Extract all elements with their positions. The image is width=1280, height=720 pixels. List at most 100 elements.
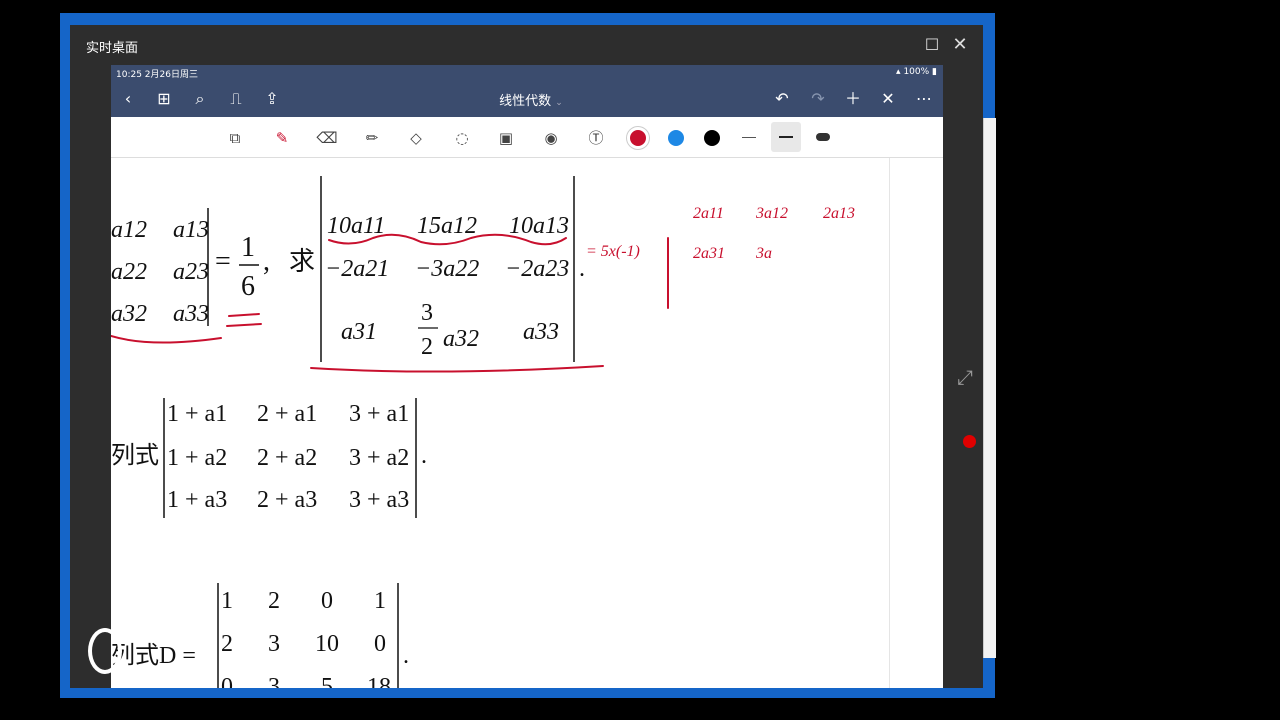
image-icon[interactable]: ▣	[495, 127, 517, 149]
matD-cell: 0	[221, 674, 233, 688]
matB-cell: −3a22	[415, 256, 479, 282]
stroke-thin-option[interactable]	[742, 137, 756, 138]
close-icon[interactable]: ✕	[950, 35, 970, 55]
undo-icon[interactable]: ↶	[771, 88, 793, 110]
ink-eq-text: = 5x(-1)	[586, 243, 640, 260]
record-indicator-icon[interactable]	[963, 435, 976, 448]
matA-cell: a32	[111, 301, 147, 327]
more-icon[interactable]: ⋯	[913, 88, 935, 110]
document-title[interactable]: 线性代数 ⌄	[461, 90, 601, 109]
desktop-right-panel	[983, 118, 996, 658]
nav-bar: ‹ ⊞ ⌕ ⎍ ⇪ 线性代数 ⌄ ↶ ↷ ＋ ✕ ⋯	[111, 81, 943, 117]
matD-cell: 10	[315, 631, 339, 657]
ipad-screen: 10:25 2月26日周三 ▴ 100% ▮ ‹ ⊞ ⌕ ⎍ ⇪ 线性代数 ⌄ …	[111, 65, 943, 688]
matB-cell: a33	[523, 319, 559, 345]
pen-off-icon[interactable]: ✕	[877, 88, 899, 110]
matA-cell: a13	[173, 217, 209, 243]
matA-cell: a33	[173, 301, 209, 327]
eq-numerator: 1	[241, 232, 255, 263]
q3-prefix: 列式D =	[111, 642, 196, 669]
add-icon[interactable]: ＋	[842, 88, 864, 110]
highlighter-icon[interactable]: ✏	[361, 127, 383, 149]
svg-text:.: .	[403, 643, 409, 669]
color-red-swatch[interactable]	[630, 130, 646, 146]
matC-cell: 3 + a1	[349, 401, 409, 427]
search-icon[interactable]: ⌕	[189, 88, 211, 110]
color-black-swatch[interactable]	[704, 130, 720, 146]
pen-icon[interactable]: ✎	[271, 127, 293, 149]
back-icon[interactable]: ‹	[117, 88, 139, 110]
lasso-icon[interactable]: ◌	[451, 127, 473, 149]
matB-cell: −2a21	[325, 256, 389, 282]
matB-frac-den: 2	[421, 334, 433, 360]
matD-cell: 1	[221, 588, 233, 614]
matD-cell: 3	[268, 674, 280, 688]
stroke-thick-option[interactable]	[816, 133, 830, 141]
matC-cell: 1 + a2	[167, 445, 227, 471]
battery-level: 100%	[903, 67, 930, 77]
matC-cell: 1 + a3	[167, 487, 227, 513]
matC-cell: 2 + a1	[257, 401, 317, 427]
matD-cell: 1	[374, 588, 386, 614]
ink-underline-matB	[310, 365, 604, 373]
matD-cell: 0	[374, 631, 386, 657]
matD-cell: 18	[367, 674, 391, 688]
ink-text: 2a11	[693, 205, 724, 222]
camera-icon[interactable]: ◉	[540, 127, 562, 149]
status-bar: 10:25 2月26日周三 ▴ 100% ▮	[111, 65, 943, 81]
canvas-side-margin	[889, 158, 943, 688]
matB-cell: 10a11	[327, 213, 385, 239]
drawing-toolbar: ⧉ ✎ ⌫ ✏ ◇ ◌ ▣ ◉ Ⓣ	[111, 117, 943, 158]
ink-double-underline	[226, 313, 262, 327]
matD-cell: 0	[321, 588, 333, 614]
ink-text: 2a31	[693, 245, 725, 262]
math-content: a12 a13 a22 a23 a32 a33 = 1 6 , 求 10a11	[111, 176, 855, 688]
matB-cell: −2a23	[505, 256, 569, 282]
eq-denominator: 6	[241, 271, 255, 302]
matA-cell: a22	[111, 259, 147, 285]
window-right-panel: ⤢	[943, 65, 983, 688]
chevron-down-icon: ⌄	[555, 98, 563, 108]
stroke-medium-option[interactable]	[771, 122, 801, 152]
svg-text:,: ,	[263, 246, 270, 277]
ink-text: 3a12	[755, 205, 788, 222]
color-blue-swatch[interactable]	[668, 130, 684, 146]
camera-bubble-icon[interactable]	[88, 628, 122, 674]
matC-cell: 3 + a3	[349, 487, 409, 513]
note-canvas[interactable]: a12 a13 a22 a23 a32 a33 = 1 6 , 求 10a11	[111, 158, 889, 688]
document-title-text: 线性代数	[499, 94, 552, 109]
bookmark-icon[interactable]: ⎍	[225, 88, 247, 110]
svg-text:.: .	[421, 443, 427, 469]
status-time: 10:25 2月26日周三	[116, 70, 198, 80]
matC-cell: 2 + a3	[257, 487, 317, 513]
battery-indicator: ▴ 100% ▮	[896, 67, 937, 77]
q2-prefix: 列式	[111, 442, 159, 469]
matD-cell: 5	[321, 674, 333, 688]
matC-cell: 2 + a2	[257, 445, 317, 471]
matC-cell: 3 + a2	[349, 445, 409, 471]
redo-icon[interactable]: ↷	[807, 88, 829, 110]
matB-cell: a31	[341, 319, 377, 345]
zoom-window-icon[interactable]: ⧉	[224, 127, 246, 149]
matB-cell: a32	[443, 326, 479, 352]
window-title: 实时桌面	[86, 41, 139, 56]
ink-text: 3a	[755, 245, 772, 262]
share-icon[interactable]: ⇪	[261, 88, 283, 110]
matB-cell: 10a13	[509, 213, 569, 239]
matA-cell: a12	[111, 217, 147, 243]
svg-text:=: =	[215, 246, 231, 277]
matD-cell: 3	[268, 631, 280, 657]
ink-underline	[111, 335, 222, 344]
matD-cell: 2	[268, 588, 280, 614]
ink-text: 2a13	[823, 205, 855, 222]
shapes-icon[interactable]: ◇	[405, 127, 427, 149]
expand-icon[interactable]: ⤢	[957, 365, 973, 389]
matB-frac-num: 3	[421, 300, 433, 326]
svg-text:.: .	[579, 256, 585, 282]
eraser-icon[interactable]: ⌫	[316, 127, 338, 149]
grid-icon[interactable]: ⊞	[153, 88, 175, 110]
matA-cell: a23	[173, 259, 209, 285]
matD-cell: 2	[221, 631, 233, 657]
maximize-icon[interactable]: ☐	[922, 35, 942, 55]
text-tool-icon[interactable]: Ⓣ	[585, 127, 607, 149]
